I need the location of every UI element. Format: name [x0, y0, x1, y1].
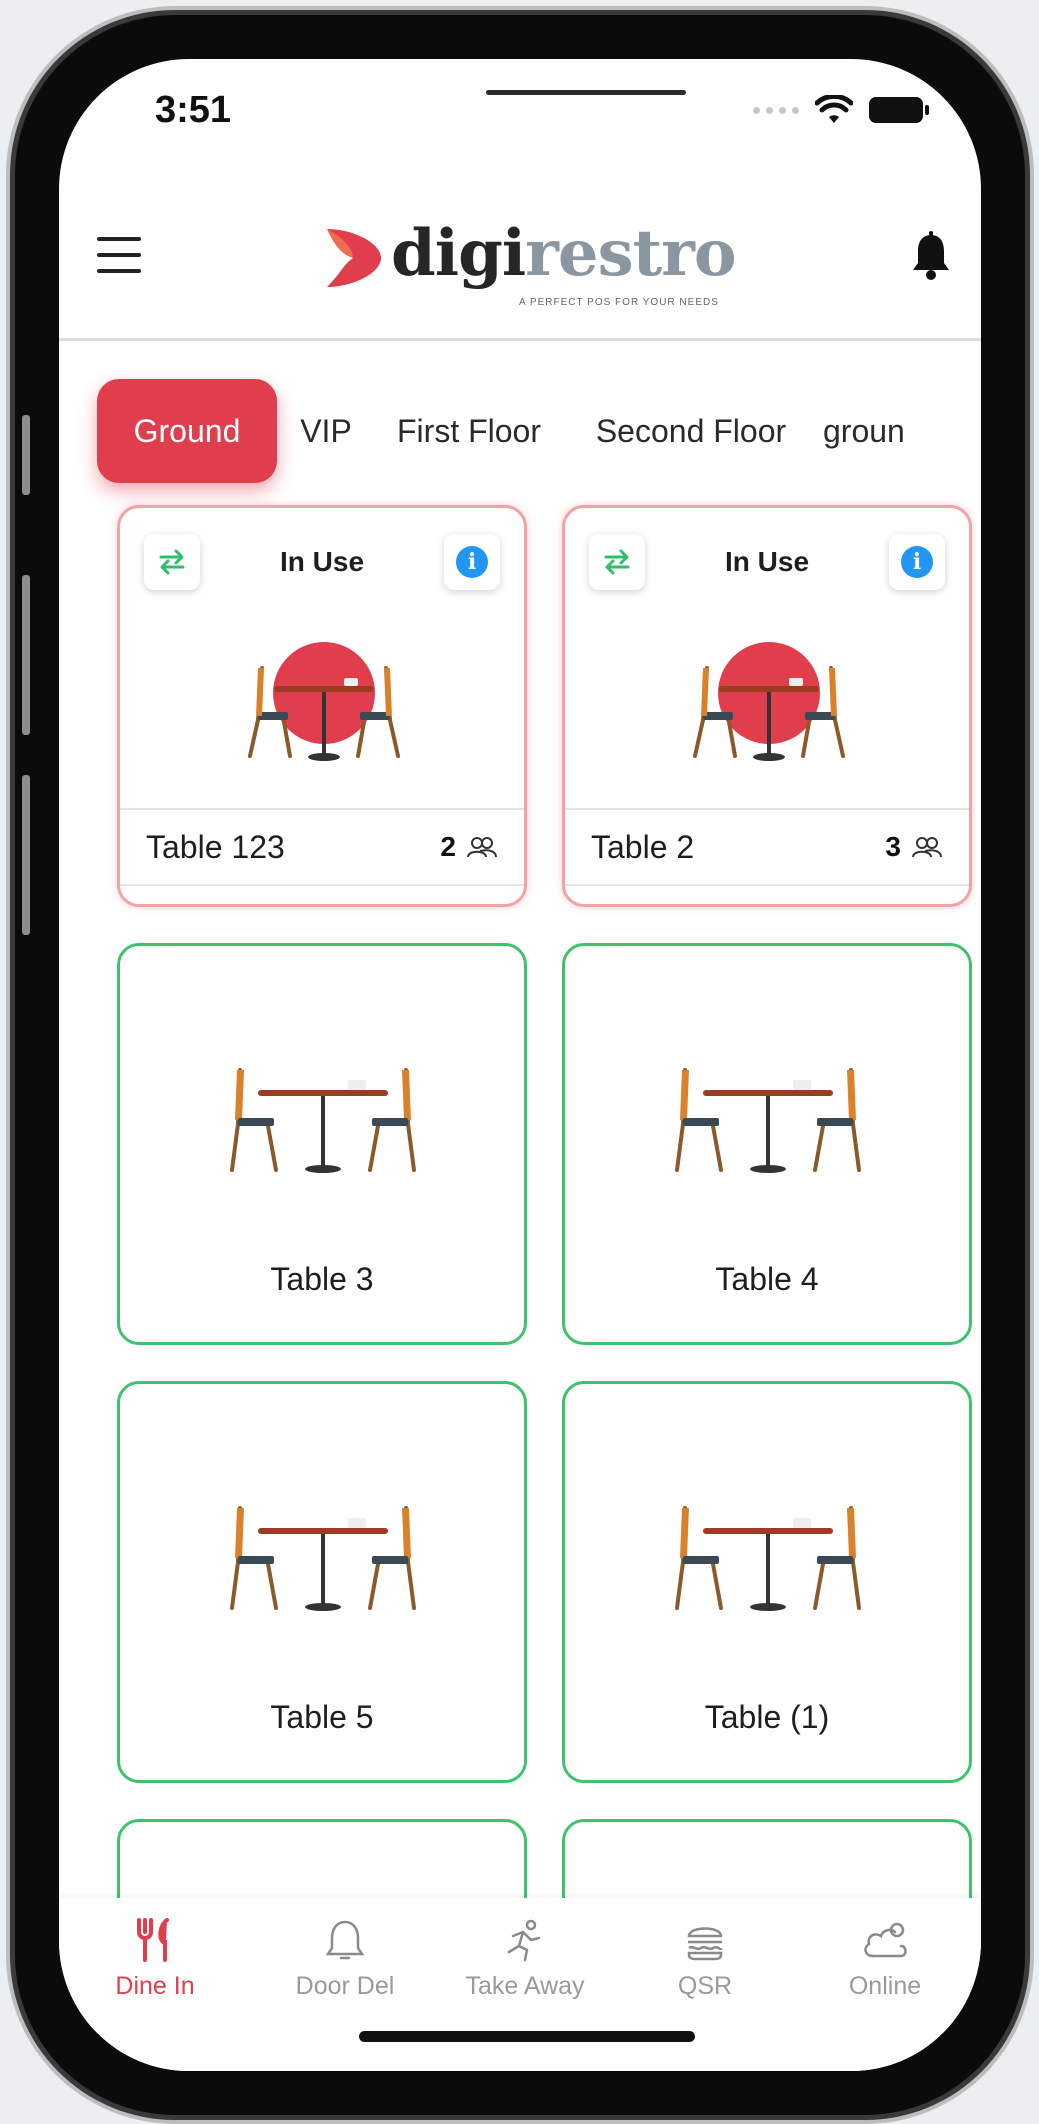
- logo-text-digi: digi: [391, 216, 526, 291]
- nav-label: Online: [848, 1972, 922, 2000]
- nav-take-away[interactable]: Take Away: [435, 1918, 615, 2001]
- tab-ground[interactable]: Ground: [97, 379, 277, 483]
- logo-text-restro: restro: [525, 216, 736, 291]
- status-icons: [753, 95, 929, 125]
- bottom-nav: Dine In Door Del Take Away QSR Online: [59, 1898, 981, 2071]
- table-card[interactable]: Table 3: [117, 943, 527, 1345]
- phone-frame: 3:51 digirestro A PERFECT POS FOR YOUR N…: [15, 15, 1025, 2115]
- logo: digirestro: [323, 221, 737, 291]
- logo-tagline: A PERFECT POS FOR YOUR NEEDS: [519, 297, 719, 308]
- table-illustration: [675, 1068, 861, 1173]
- info-button[interactable]: i: [889, 534, 945, 590]
- status-bar: 3:51: [59, 59, 981, 179]
- battery-icon: [869, 97, 929, 123]
- nav-dine-in[interactable]: Dine In: [65, 1918, 245, 2001]
- home-indicator[interactable]: [359, 2031, 695, 2042]
- fork-knife-icon: [137, 1918, 169, 1962]
- floor-tabs: Ground VIP First Floor Second Floor grou…: [59, 359, 981, 483]
- table-illustration: [675, 1506, 861, 1611]
- table-name: Table 2: [591, 828, 695, 865]
- table-card[interactable]: Table 4: [562, 943, 972, 1345]
- nav-label: QSR: [677, 1972, 733, 2000]
- running-person-icon: [507, 1919, 541, 1962]
- guest-count-value: 3: [885, 831, 901, 862]
- guest-count: 3: [885, 831, 943, 863]
- mute-switch: [22, 415, 30, 495]
- nav-label: Dine In: [115, 1972, 195, 2000]
- table-footer: Table 2 3: [565, 808, 969, 886]
- cellular-signal-icon: [753, 106, 799, 114]
- tab-ground-2[interactable]: groun: [823, 379, 981, 483]
- table-name: Table 4: [715, 1261, 819, 1297]
- table-illustration: [693, 642, 845, 761]
- table-card[interactable]: Table (1): [562, 1381, 972, 1783]
- guests-icon: [467, 837, 497, 858]
- table-illustration: [248, 642, 400, 761]
- nav-online[interactable]: Online: [795, 1918, 975, 2001]
- info-icon: i: [901, 546, 933, 578]
- logo-leaf-icon: [327, 229, 381, 287]
- nav-door-delivery[interactable]: Door Del: [255, 1918, 435, 2001]
- notification-bell-icon[interactable]: [911, 231, 951, 281]
- tab-second-floor[interactable]: Second Floor: [575, 379, 807, 483]
- cloud-user-icon: [864, 1922, 907, 1958]
- clock: 3:51: [155, 89, 232, 131]
- nav-label: Take Away: [465, 1972, 585, 2000]
- volume-down-button: [22, 775, 30, 935]
- tab-first-floor[interactable]: First Floor: [377, 379, 561, 483]
- guests-icon: [912, 837, 942, 858]
- app-header: digirestro A PERFECT POS FOR YOUR NEEDS: [59, 179, 981, 341]
- table-name: Table 3: [270, 1261, 374, 1297]
- info-icon: i: [456, 546, 488, 578]
- table-illustration: [230, 1506, 416, 1611]
- burger-icon: [687, 1927, 723, 1961]
- guest-count: 2: [440, 831, 498, 863]
- table-name: Table 5: [270, 1699, 374, 1735]
- nav-qsr[interactable]: QSR: [615, 1918, 795, 2001]
- nav-label: Door Del: [295, 1972, 395, 2000]
- table-illustration: [230, 1068, 416, 1173]
- bell-icon: [325, 1920, 365, 1960]
- table-card[interactable]: Table 5: [117, 1381, 527, 1783]
- table-name: Table 123: [146, 828, 285, 865]
- volume-up-button: [22, 575, 30, 735]
- wifi-icon: [815, 95, 853, 123]
- info-button[interactable]: i: [444, 534, 500, 590]
- tab-vip[interactable]: VIP: [281, 379, 371, 483]
- table-footer: Table 123 2: [120, 808, 524, 886]
- table-card[interactable]: In Use i Table 123 2: [117, 505, 527, 907]
- hamburger-menu-icon[interactable]: [97, 237, 141, 273]
- screen: 3:51 digirestro A PERFECT POS FOR YOUR N…: [59, 59, 981, 2071]
- guest-count-value: 2: [440, 831, 456, 862]
- table-name: Table (1): [704, 1699, 830, 1735]
- table-card[interactable]: In Use i Table 2 3: [562, 505, 972, 907]
